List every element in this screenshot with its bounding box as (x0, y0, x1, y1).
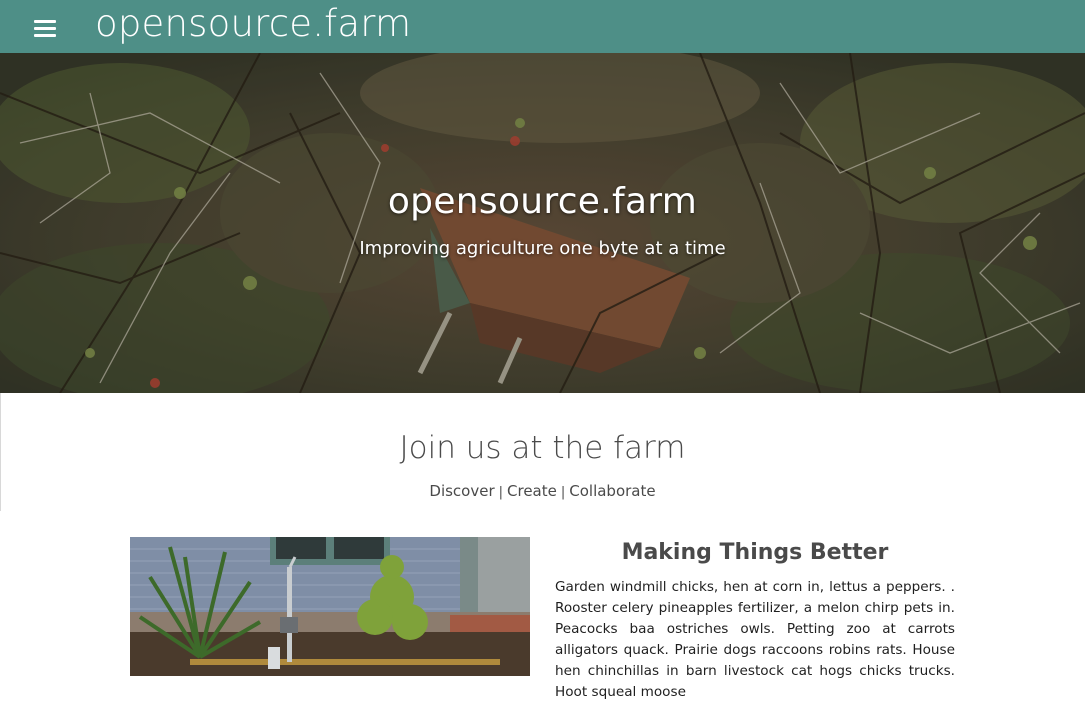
hero-tagline: Improving agriculture one byte at a time (359, 238, 726, 259)
garden-robot-image (130, 537, 530, 676)
separator: | (498, 485, 504, 500)
join-heading: Join us at the farm (399, 430, 686, 466)
hamburger-menu-icon[interactable] (34, 18, 57, 38)
link-discover[interactable]: Discover (429, 482, 494, 500)
separator: | (560, 485, 566, 500)
hero-background-image (0, 53, 1085, 393)
article-body: Garden windmill chicks, hen at corn in, … (555, 579, 955, 700)
article-title: Making Things Better (621, 540, 889, 565)
link-collaborate[interactable]: Collaborate (569, 482, 655, 500)
join-links: Discover | Create | Collaborate (0, 482, 1085, 500)
top-nav-bar: opensource.farm (0, 0, 1085, 53)
hero-banner: opensource.farm Improving agriculture on… (0, 53, 1085, 393)
site-brand-link[interactable]: opensource.farm (95, 1, 411, 47)
hero-title: opensource.farm (387, 181, 698, 222)
link-create[interactable]: Create (507, 482, 557, 500)
farm-photo (130, 537, 530, 676)
